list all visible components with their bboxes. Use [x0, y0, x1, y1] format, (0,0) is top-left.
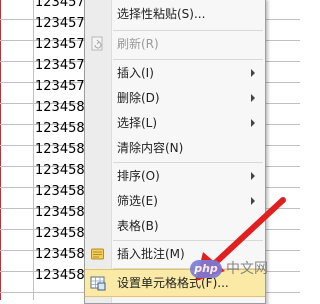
menu-item-label: 插入(I) — [117, 66, 154, 80]
menu-item-label: 清除内容(N) — [117, 141, 184, 155]
submenu-arrow-icon — [251, 172, 255, 180]
menu-item-label: 刷新(R) — [117, 37, 159, 51]
menu-item-label: 筛选(E) — [117, 194, 158, 208]
menu-item-label: 插入批注(M) — [117, 247, 185, 261]
format-cells-icon — [90, 275, 106, 291]
refresh-icon — [90, 36, 106, 52]
menu-item-label: 删除(D) — [117, 91, 160, 105]
menu-item-label: 选择性粘贴(S)... — [117, 7, 206, 21]
menu-item-insert[interactable]: 插入(I) — [85, 60, 265, 86]
watermark-text: 中文网 — [226, 261, 268, 277]
menu-item-label: 排序(O) — [117, 169, 160, 183]
comment-icon — [90, 246, 106, 262]
menu-item-filter[interactable]: 筛选(E) — [85, 188, 265, 214]
column-border — [33, 0, 34, 300]
watermark-logo: php — [190, 260, 222, 278]
menu-item-label: 表格(B) — [117, 219, 159, 233]
menu-item-refresh[interactable]: 刷新(R) — [85, 31, 265, 57]
submenu-arrow-icon — [251, 69, 255, 77]
menu-item-label: 选择(L) — [117, 116, 158, 130]
menu-item-delete[interactable]: 删除(D) — [85, 85, 265, 111]
submenu-arrow-icon — [251, 197, 255, 205]
watermark: php 中文网 — [190, 258, 268, 278]
menu-item-clear-contents[interactable]: 清除内容(N) — [85, 135, 265, 161]
menu-item-paste-special[interactable]: 选择性粘贴(S)... — [85, 1, 265, 27]
menu-item-sort[interactable]: 排序(O) — [85, 163, 265, 189]
menu-item-table[interactable]: 表格(B) — [85, 213, 265, 239]
column-border — [0, 0, 1, 300]
submenu-arrow-icon — [251, 119, 255, 127]
menu-item-select[interactable]: 选择(L) — [85, 110, 265, 136]
submenu-arrow-icon — [251, 94, 255, 102]
